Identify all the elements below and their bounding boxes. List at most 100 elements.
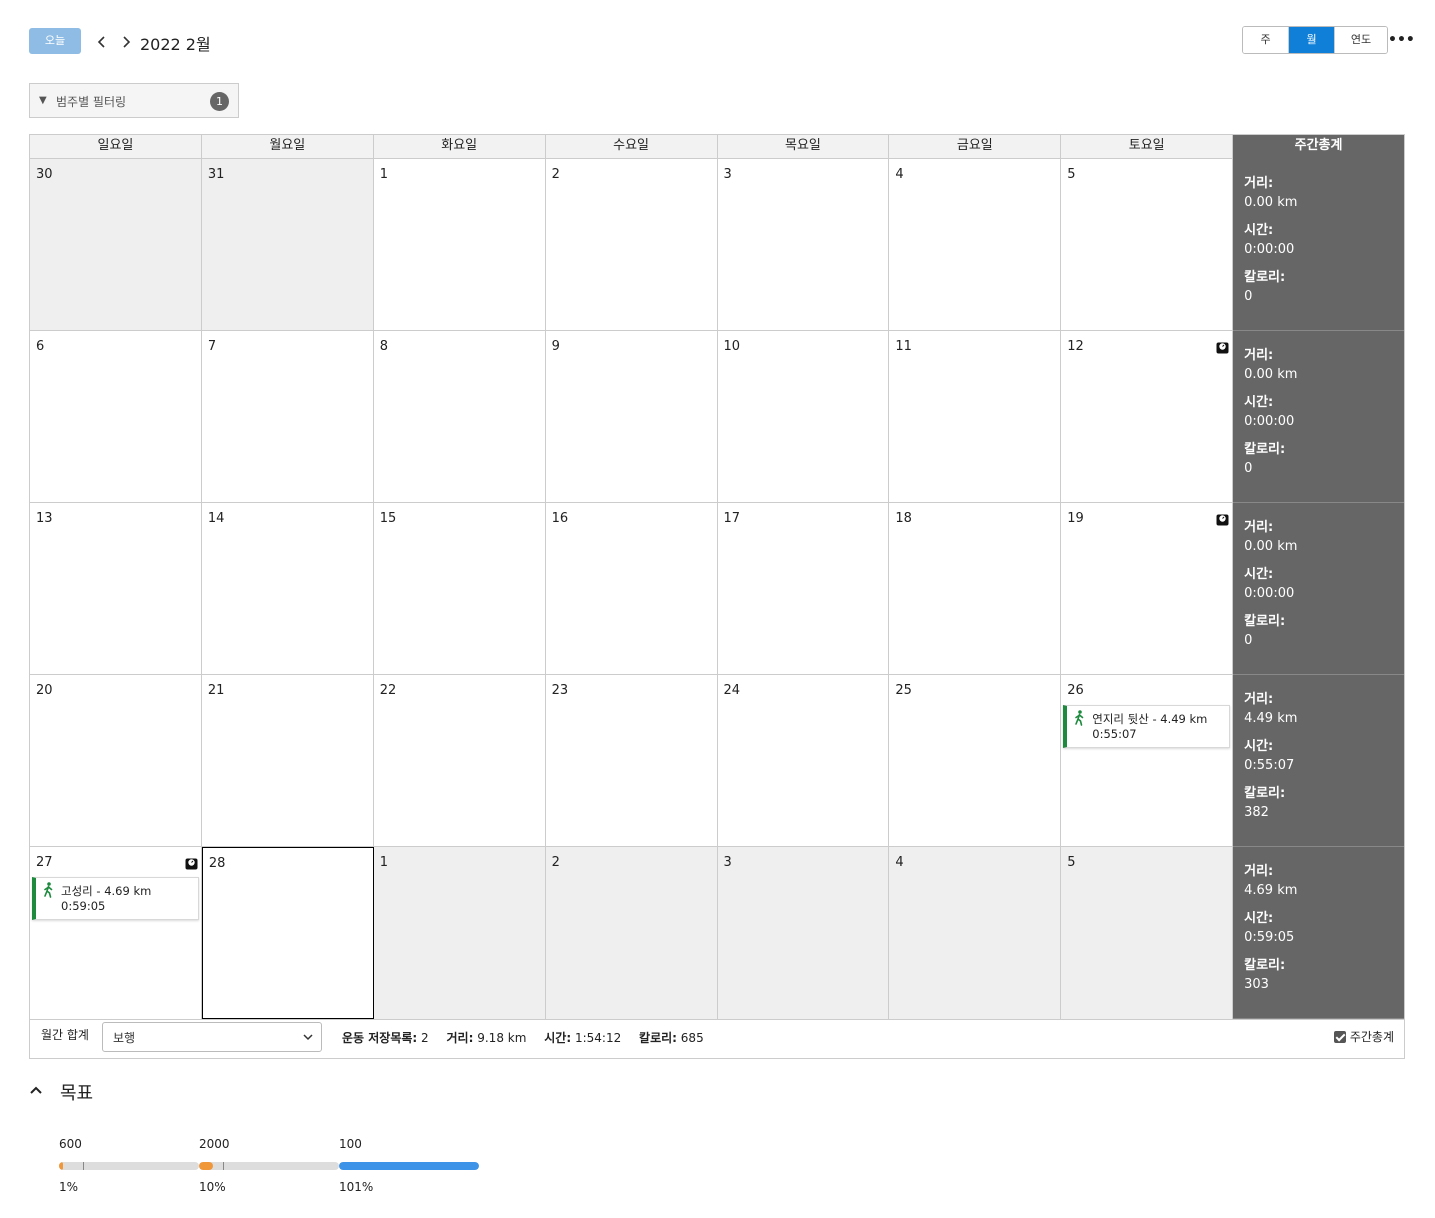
saved-workouts-label: 운동 저장목록:	[342, 1031, 418, 1045]
day-cell-wed[interactable]: 16	[545, 503, 718, 675]
weekly-distance-value: 0.00 km	[1244, 195, 1298, 210]
goal-target: 600	[59, 1137, 82, 1151]
day-cell-mon[interactable]: 7	[201, 331, 374, 503]
weigh-in-icon[interactable]	[185, 855, 198, 870]
weekly-time-label: 시간:	[1244, 739, 1274, 754]
checkbox-checked-icon[interactable]	[1333, 1031, 1346, 1043]
weekly-calories-value: 303	[1244, 977, 1269, 992]
day-cell-sat[interactable]: 12	[1061, 331, 1234, 503]
activity-type-select[interactable]: 보행	[102, 1022, 322, 1052]
day-cell-mon[interactable]: 21	[201, 675, 374, 847]
day-cell-sun[interactable]: 13	[30, 503, 202, 675]
next-month-button[interactable]	[117, 32, 135, 52]
weekly-totals-toggle[interactable]: 주간총계	[1333, 1028, 1394, 1045]
chevron-up-icon[interactable]	[29, 1083, 43, 1097]
chevron-right-icon	[123, 36, 131, 48]
activity-card[interactable]: 연지리 뒷산 - 4.49 km 0:55:07	[1063, 705, 1231, 748]
day-number: 13	[36, 511, 53, 526]
day-number: 2	[551, 855, 560, 870]
weekly-distance-value: 0.00 km	[1244, 539, 1298, 554]
day-cell-wed[interactable]: 2	[545, 159, 718, 331]
day-cell-mon[interactable]: 31	[201, 159, 374, 331]
goal-item[interactable]: 100 101%	[339, 1137, 479, 1197]
monthly-distance-value: 9.18 km	[477, 1031, 527, 1045]
goal-target: 100	[339, 1137, 362, 1151]
goal-item[interactable]: 2000 10%	[199, 1137, 339, 1197]
view-year-button[interactable]: 연도	[1335, 27, 1387, 53]
view-month-button[interactable]: 월	[1289, 27, 1335, 53]
day-cell-sat[interactable]: 5	[1061, 159, 1234, 331]
day-cell-wed[interactable]: 9	[545, 331, 718, 503]
weekday-fri: 금요일	[889, 135, 1062, 159]
day-number: 20	[36, 683, 53, 698]
activity-card[interactable]: 고성리 - 4.69 km 0:59:05	[32, 877, 199, 920]
weekly-calories-label: 칼로리:	[1244, 270, 1286, 285]
day-cell-tue[interactable]: 1	[373, 159, 546, 331]
weekly-time-value: 0:59:05	[1244, 930, 1295, 945]
day-cell-fri[interactable]: 25	[889, 675, 1062, 847]
weekday-wed: 수요일	[545, 135, 718, 159]
weigh-in-icon[interactable]	[1216, 511, 1229, 526]
goal-progress-bar	[199, 1162, 339, 1170]
monthly-calories-label: 칼로리:	[639, 1031, 677, 1045]
day-number: 19	[1067, 511, 1084, 526]
day-number: 27	[36, 855, 53, 870]
day-cell-tue[interactable]: 8	[373, 331, 546, 503]
day-number: 9	[551, 339, 560, 354]
weekly-time-label: 시간:	[1244, 395, 1274, 410]
day-cell-mon[interactable]: 14	[201, 503, 374, 675]
triangle-down-icon: ▼	[39, 95, 47, 106]
monthly-time-value: 1:54:12	[574, 1031, 622, 1045]
weigh-in-icon[interactable]	[1216, 339, 1229, 354]
day-cell-thu[interactable]: 24	[717, 675, 890, 847]
activity-duration: 0:55:07	[1092, 727, 1137, 741]
more-options-button[interactable]: •••	[1388, 30, 1415, 50]
monthly-summary-bar: 월간 합계 보행 운동 저장목록: 2 거리: 9.18 km 시간: 1:54…	[29, 1016, 1405, 1059]
day-cell-fri[interactable]: 18	[889, 503, 1062, 675]
day-cell-sat[interactable]: 26 연지리 뒷산 - 4.49 km 0:55:07	[1061, 675, 1234, 847]
day-cell-thu[interactable]: 17	[717, 503, 890, 675]
day-cell-thu[interactable]: 3	[717, 847, 890, 1019]
day-cell-sun[interactable]: 20	[30, 675, 202, 847]
day-number: 4	[895, 855, 904, 870]
day-number: 5	[1067, 855, 1076, 870]
day-cell-sat[interactable]: 5	[1061, 847, 1234, 1019]
view-week-button[interactable]: 주	[1243, 27, 1289, 53]
goal-item[interactable]: 600 1%	[59, 1137, 199, 1197]
weekday-tue: 화요일	[373, 135, 546, 159]
day-number: 25	[895, 683, 912, 698]
day-cell-wed[interactable]: 2	[545, 847, 718, 1019]
day-number: 14	[207, 511, 225, 526]
day-cell-tue[interactable]: 15	[373, 503, 546, 675]
weekday-sun: 일요일	[30, 135, 202, 159]
day-number: 15	[379, 511, 397, 526]
day-number: 17	[723, 511, 741, 526]
weekly-distance-value: 4.49 km	[1244, 711, 1298, 726]
day-cell-wed[interactable]: 23	[545, 675, 718, 847]
day-cell-fri[interactable]: 11	[889, 331, 1062, 503]
day-cell-tue[interactable]: 1	[373, 847, 546, 1019]
day-cell-mon[interactable]: 28	[201, 847, 374, 1019]
day-cell-sun[interactable]: 30	[30, 159, 202, 331]
day-cell-sun[interactable]: 27 고성리 - 4.69 km 0:59:05	[30, 847, 202, 1019]
view-switcher: 주 월 연도	[1242, 26, 1388, 54]
goal-progress-fill	[339, 1162, 479, 1170]
day-number: 5	[1067, 167, 1076, 182]
goal-target: 2000	[199, 1137, 230, 1151]
today-button[interactable]: 오늘	[29, 28, 81, 54]
weekly-time-label: 시간:	[1244, 223, 1274, 238]
day-cell-fri[interactable]: 4	[889, 847, 1062, 1019]
activity-type-value: 보행	[113, 1031, 136, 1045]
prev-month-button[interactable]	[93, 32, 111, 52]
day-number: 18	[895, 511, 912, 526]
day-cell-thu[interactable]: 3	[717, 159, 890, 331]
chevron-left-icon	[97, 36, 105, 48]
day-cell-sun[interactable]: 6	[30, 331, 202, 503]
goal-marker	[223, 1162, 224, 1170]
category-filter[interactable]: ▼ 범주별 필터링 1	[29, 83, 239, 118]
day-cell-sat[interactable]: 19	[1061, 503, 1234, 675]
day-cell-tue[interactable]: 22	[373, 675, 546, 847]
walking-icon	[1073, 710, 1085, 726]
day-cell-fri[interactable]: 4	[889, 159, 1062, 331]
day-cell-thu[interactable]: 10	[717, 331, 890, 503]
